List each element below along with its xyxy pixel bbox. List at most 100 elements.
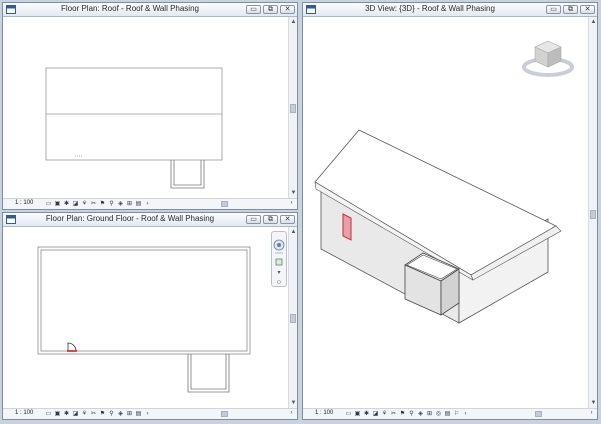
scroll-right-icon[interactable]: › bbox=[588, 410, 595, 417]
shadows-icon[interactable]: ◪ bbox=[372, 411, 379, 418]
roof-plan-canvas[interactable] bbox=[3, 17, 288, 198]
close-button[interactable]: ✕ bbox=[580, 5, 595, 14]
view-scale[interactable]: 1 : 100 bbox=[15, 410, 33, 416]
lock-view-icon[interactable]: ◎ bbox=[435, 411, 442, 418]
render-icon[interactable]: ⚘ bbox=[81, 201, 88, 208]
temporary-hide-icon[interactable]: ⚲ bbox=[408, 411, 415, 418]
visual-style-icon[interactable]: ▣ bbox=[54, 411, 61, 418]
scroll-down-icon[interactable]: ▼ bbox=[289, 399, 297, 407]
shadows-icon[interactable]: ◪ bbox=[72, 201, 79, 208]
horizontal-scroll-thumb[interactable] bbox=[221, 201, 228, 207]
svg-text:▾: ▾ bbox=[277, 270, 280, 276]
scroll-up-icon[interactable]: ▲ bbox=[289, 228, 297, 236]
minimize-button[interactable]: ▭ bbox=[246, 215, 261, 224]
show-crop-region-icon[interactable]: ⚑ bbox=[99, 201, 106, 208]
analytical-model-icon[interactable]: ▤ bbox=[135, 411, 142, 418]
minimize-icon: ▭ bbox=[250, 6, 257, 13]
3d-view[interactable]: 3D View: {3D} - Roof & Wall Phasing ▭ ⧉ … bbox=[302, 2, 598, 420]
3d-view-titlebar[interactable]: 3D View: {3D} - Roof & Wall Phasing ▭ ⧉ … bbox=[303, 3, 597, 17]
close-button[interactable]: ✕ bbox=[280, 215, 295, 224]
scroll-thumb[interactable] bbox=[290, 104, 296, 113]
vertical-scrollbar[interactable]: ▲ ▼ bbox=[588, 17, 597, 408]
zoom-icon[interactable] bbox=[275, 258, 283, 266]
horizontal-scroll-thumb[interactable] bbox=[221, 411, 228, 417]
scroll-right-icon[interactable]: › bbox=[288, 410, 295, 417]
restore-button[interactable]: ⧉ bbox=[563, 5, 578, 14]
navigation-bar[interactable]: ▾ bbox=[271, 231, 287, 287]
restore-icon: ⧉ bbox=[268, 216, 273, 223]
temporary-hide-icon[interactable]: ⚲ bbox=[108, 411, 115, 418]
roof-plan-drawing bbox=[45, 67, 223, 189]
show-crop-region-icon[interactable]: ⚑ bbox=[399, 411, 406, 418]
roof-plan-titlebar[interactable]: Floor Plan: Roof - Roof & Wall Phasing ▭… bbox=[3, 3, 297, 17]
scroll-down-icon[interactable]: ▼ bbox=[589, 399, 597, 407]
visual-style-icon[interactable]: ▣ bbox=[54, 201, 61, 208]
restore-button[interactable]: ⧉ bbox=[263, 5, 278, 14]
view-scale[interactable]: 1 : 100 bbox=[15, 200, 33, 206]
view-control-bar: 1 : 100 ▭ ▣ ✱ ◪ ⚘ ✂ ⚑ ⚲ ◈ ⊞ ◎ ▤ ⚐ ‹ › bbox=[303, 408, 597, 419]
scroll-left-icon[interactable]: ‹ bbox=[144, 201, 151, 208]
door bbox=[342, 213, 352, 241]
scroll-left-icon[interactable]: ‹ bbox=[144, 411, 151, 418]
minimize-icon: ▭ bbox=[250, 216, 257, 223]
sun-path-icon[interactable]: ✱ bbox=[63, 201, 70, 208]
close-icon: ✕ bbox=[284, 216, 291, 223]
roof-plan-view[interactable]: Floor Plan: Roof - Roof & Wall Phasing ▭… bbox=[2, 2, 298, 210]
3d-view-title: 3D View: {3D} - Roof & Wall Phasing bbox=[365, 4, 495, 13]
reveal-hidden-icon[interactable]: ◈ bbox=[117, 411, 124, 418]
ground-plan-titlebar[interactable]: Floor Plan: Ground Floor - Roof & Wall P… bbox=[3, 213, 297, 227]
worksharing-icon[interactable]: ⊞ bbox=[426, 411, 433, 418]
sun-path-icon[interactable]: ✱ bbox=[63, 411, 70, 418]
scroll-right-icon[interactable]: › bbox=[288, 200, 295, 207]
ground-plan-view[interactable]: Floor Plan: Ground Floor - Roof & Wall P… bbox=[2, 212, 298, 420]
shadows-icon[interactable]: ◪ bbox=[72, 411, 79, 418]
restore-icon: ⧉ bbox=[268, 6, 273, 13]
vertical-scrollbar[interactable]: ▲ ▼ bbox=[288, 17, 297, 198]
scroll-up-icon[interactable]: ▲ bbox=[289, 18, 297, 26]
vertical-scrollbar[interactable]: ▲ ▼ bbox=[288, 227, 297, 408]
navigation-bar-icons: ▾ bbox=[273, 239, 285, 284]
analytical-model-icon[interactable]: ▤ bbox=[444, 411, 451, 418]
show-crop-region-icon[interactable]: ⚑ bbox=[99, 411, 106, 418]
detail-level-icon[interactable]: ▭ bbox=[45, 411, 52, 418]
close-icon: ✕ bbox=[584, 6, 591, 13]
ground-plan-drawing bbox=[37, 246, 251, 393]
minimize-button[interactable]: ▭ bbox=[546, 5, 561, 14]
door-symbol bbox=[67, 342, 77, 352]
ground-plan-title: Floor Plan: Ground Floor - Roof & Wall P… bbox=[45, 214, 215, 223]
scroll-thumb[interactable] bbox=[290, 314, 296, 323]
reveal-hidden-icon[interactable]: ◈ bbox=[117, 201, 124, 208]
scroll-thumb[interactable] bbox=[590, 210, 596, 219]
3d-view-canvas[interactable] bbox=[303, 17, 588, 408]
crop-view-icon[interactable]: ✂ bbox=[390, 411, 397, 418]
view-control-bar: 1 : 100 ▭ ▣ ✱ ◪ ⚘ ✂ ⚑ ⚲ ◈ ⊞ ▤ ‹ › bbox=[3, 408, 297, 419]
render-icon[interactable]: ⚘ bbox=[81, 411, 88, 418]
minimize-icon: ▭ bbox=[550, 6, 557, 13]
crop-view-icon[interactable]: ✂ bbox=[90, 411, 97, 418]
view-control-bar: 1 : 100 ▭ ▣ ✱ ◪ ⚘ ✂ ⚑ ⚲ ◈ ⊞ ▤ ‹ › bbox=[3, 198, 297, 209]
view-cube[interactable] bbox=[522, 40, 574, 77]
minimize-button[interactable]: ▭ bbox=[246, 5, 261, 14]
detail-level-icon[interactable]: ▭ bbox=[45, 201, 52, 208]
restore-button[interactable]: ⧉ bbox=[263, 215, 278, 224]
reveal-hidden-icon[interactable]: ◈ bbox=[417, 411, 424, 418]
restore-icon: ⧉ bbox=[568, 6, 573, 13]
horizontal-scroll-thumb[interactable] bbox=[535, 411, 542, 417]
scroll-up-icon[interactable]: ▲ bbox=[589, 18, 597, 26]
close-icon: ✕ bbox=[284, 6, 291, 13]
temporary-hide-icon[interactable]: ⚲ bbox=[108, 201, 115, 208]
worksharing-icon[interactable]: ⊞ bbox=[126, 201, 133, 208]
ground-plan-canvas[interactable] bbox=[3, 227, 288, 408]
sun-path-icon[interactable]: ✱ bbox=[363, 411, 370, 418]
detail-level-icon[interactable]: ▭ bbox=[345, 411, 352, 418]
view-scale[interactable]: 1 : 100 bbox=[315, 410, 333, 416]
scroll-left-icon[interactable]: ‹ bbox=[462, 411, 469, 418]
worksharing-icon[interactable]: ⊞ bbox=[126, 411, 133, 418]
render-icon[interactable]: ⚘ bbox=[381, 411, 388, 418]
close-button[interactable]: ✕ bbox=[280, 5, 295, 14]
crop-view-icon[interactable]: ✂ bbox=[90, 201, 97, 208]
highlight-displacement-icon[interactable]: ⚐ bbox=[453, 411, 460, 418]
visual-style-icon[interactable]: ▣ bbox=[354, 411, 361, 418]
analytical-model-icon[interactable]: ▤ bbox=[135, 201, 142, 208]
scroll-down-icon[interactable]: ▼ bbox=[289, 189, 297, 197]
